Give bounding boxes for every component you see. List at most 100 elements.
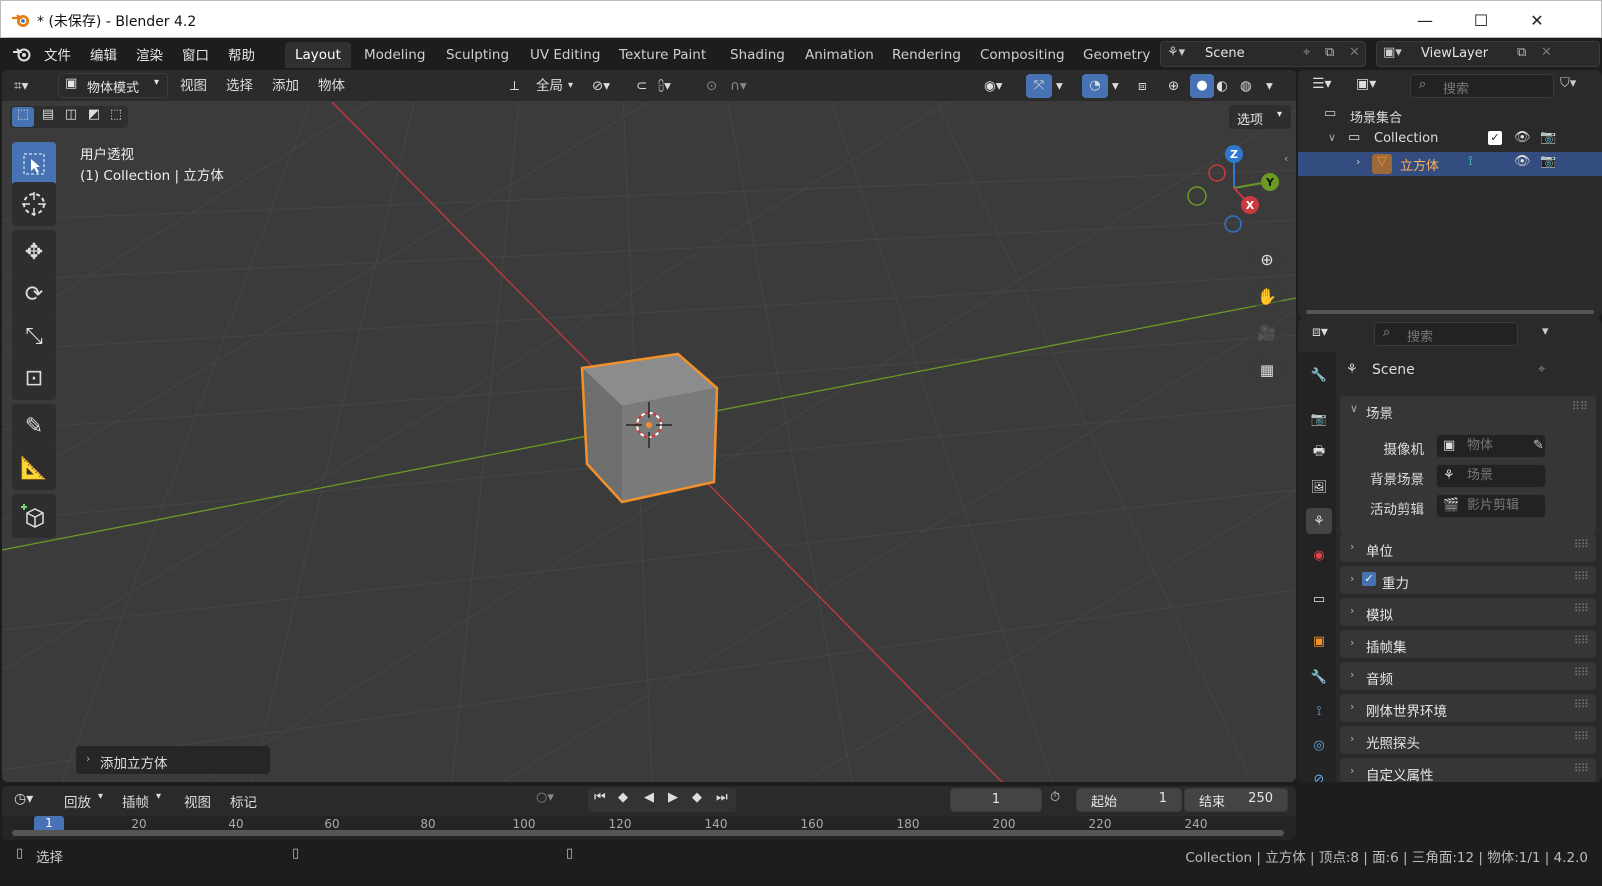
scene-panel-title[interactable]: 场景 [1366,402,1393,422]
annotate-tool[interactable]: ✎ [12,404,56,448]
mesh-data-icon[interactable]: ⟟ [1468,154,1473,169]
display-mode-icon[interactable]: ▣▾ [1356,76,1376,92]
chevron-down-icon[interactable]: ∨ [1328,131,1336,144]
select-new-icon[interactable]: ⬚ [12,107,34,127]
eyedropper-icon[interactable]: ✎ [1533,435,1544,457]
object-tab-icon[interactable]: ▣ [1306,628,1332,654]
tab-compositing[interactable]: Compositing [970,42,1075,68]
chevron-right-icon[interactable]: › [1356,155,1360,168]
collection-tab-icon[interactable]: ▭ [1306,586,1332,612]
timeline-scrollbar[interactable] [12,830,1284,836]
chevron-down-icon[interactable]: ▾ [1056,74,1063,98]
pin-icon[interactable]: ⌖ [1538,362,1545,377]
filter-icon[interactable]: ⛉▾ [1560,76,1576,91]
menu-add[interactable]: 添加 [272,74,299,98]
background-scene-field[interactable]: ⚘ 场景 [1436,464,1546,488]
options-dropdown[interactable]: 选项 ▾ [1228,104,1292,130]
world-tab-icon[interactable]: ◉ [1306,542,1332,568]
outliner-row-scene-collection[interactable]: ▭ 场景集合 [1298,104,1602,128]
render-tab-icon[interactable]: 📷 [1306,406,1332,432]
drag-handle-icon[interactable]: ⠿⠿ [1574,570,1589,583]
menu-marker[interactable]: 标记 [230,791,257,811]
units-panel[interactable]: › 单位 ⠿⠿ [1340,534,1596,562]
drag-handle-icon[interactable]: ⠿⠿ [1572,400,1588,413]
material-shading-icon[interactable]: ◐ [1216,74,1228,98]
jump-start-icon[interactable]: ⏮ [594,790,606,805]
camera-view-icon[interactable]: 🎥 [1252,318,1282,348]
tab-modeling[interactable]: Modeling [354,42,435,68]
scale-tool[interactable]: ⤡ [12,314,56,358]
gizmo-neg-x[interactable] [1208,164,1226,182]
close-button[interactable]: ✕ [1511,1,1563,39]
tab-geometry[interactable]: Geometry [1073,42,1160,68]
custom-properties-panel[interactable]: › 自定义属性 ⠿⠿ [1340,758,1596,782]
tab-texture-paint[interactable]: Texture Paint [609,42,716,68]
drag-handle-icon[interactable]: ⠿⠿ [1574,634,1589,647]
pan-hand-icon[interactable]: ✋ [1252,281,1282,311]
keying-sets-panel[interactable]: › 插帧集 ⠿⠿ [1340,630,1596,658]
chevron-down-icon[interactable]: ▾ [1112,74,1119,98]
select-invert-icon[interactable]: ◩ [83,107,105,122]
eye-icon[interactable]: 👁 [1514,154,1531,169]
audio-panel[interactable]: › 音频 ⠿⠿ [1340,662,1596,690]
active-clip-field[interactable]: 🎬 影片剪辑 [1436,494,1546,518]
pin-icon[interactable]: ⌖ [1303,45,1310,60]
blender-menu-icon[interactable] [12,45,32,63]
menu-select[interactable]: 选择 [226,74,253,98]
xray-icon[interactable]: ⧈ [1138,74,1147,98]
frame-end-field[interactable]: 结束 250 [1184,788,1288,812]
cube-object[interactable] [580,352,719,504]
viewlayer-selector[interactable]: ▣▾ ViewLayer ⧉ ✕ [1376,41,1600,67]
camera-field[interactable]: ▣ 物体 ✎ [1436,434,1546,458]
current-frame-field[interactable]: 1 [950,788,1042,812]
drag-handle-icon[interactable]: ⠿⠿ [1574,730,1589,743]
transform-tool[interactable]: ⊡ [12,356,56,400]
delete-scene-icon[interactable]: ✕ [1349,45,1360,60]
particles-tab-icon[interactable]: ⟟ [1306,698,1332,724]
last-operator-panel[interactable]: › 添加立方体 [76,746,270,774]
drag-handle-icon[interactable]: ⠿⠿ [1574,666,1589,679]
menu-object[interactable]: 物体 [318,74,345,98]
wireframe-shading-icon[interactable]: ⊕ [1168,74,1179,98]
drag-handle-icon[interactable]: ⠿⠿ [1574,602,1589,615]
outliner-editor-icon[interactable]: ☰▾ [1312,76,1332,92]
3d-viewport[interactable]: ⌗▾ ▣ 物体模式 ▾ 视图 选择 添加 物体 ⟂ 全局 ▾ ⊘▾ ⊂ ⩉▾ ⊙… [2,70,1296,782]
physics-tab-icon[interactable]: ◎ [1306,732,1332,758]
rotate-tool[interactable]: ⟳ [12,272,56,316]
jump-end-icon[interactable]: ⏭ [716,790,728,805]
eye-icon[interactable]: 👁 [1514,130,1531,145]
menu-help[interactable]: 帮助 [228,44,255,64]
rigid-body-world-panel[interactable]: › 刚体世界环境 ⠿⠿ [1340,694,1596,722]
output-tab-icon[interactable]: 🖶 [1306,440,1332,466]
move-tool[interactable]: ✥ [12,230,56,274]
gravity-checkbox[interactable]: ✓ [1362,572,1376,586]
sidebar-toggle-icon[interactable]: ‹ [1284,152,1288,165]
gizmo-toggle-icon[interactable]: ⤧ [1026,74,1052,98]
measure-tool[interactable]: 📐 [12,446,56,490]
outliner-row-collection[interactable]: ∨ ▭ Collection ✓ 👁 📷 [1298,128,1602,152]
mode-dropdown[interactable]: ▣ 物体模式 ▾ [58,73,168,98]
scene-tab-icon[interactable]: ⚘ [1306,508,1332,534]
cursor-tool[interactable] [12,182,56,226]
menu-keying[interactable]: 插帧 [122,791,149,811]
tool-tab-icon[interactable]: 🔧 [1306,362,1332,388]
menu-playback[interactable]: 回放 [64,791,91,811]
gizmo-neg-y[interactable] [1187,186,1207,206]
play-icon[interactable]: ▶ [668,790,678,805]
tab-rendering[interactable]: Rendering [882,42,971,68]
tab-animation[interactable]: Animation [795,42,884,68]
new-scene-icon[interactable]: ⧉ [1325,45,1334,60]
select-box-tool[interactable] [12,142,56,186]
drag-handle-icon[interactable]: ⠿⠿ [1574,538,1589,551]
chevron-down-icon[interactable]: ▾ [1266,74,1273,98]
properties-editor-icon[interactable]: ⧈▾ [1312,324,1328,340]
view-layer-tab-icon[interactable]: 🖼 [1306,474,1332,500]
menu-window[interactable]: 窗口 [182,44,209,64]
overlay-toggle-icon[interactable]: ◔ [1082,74,1108,98]
timeline-editor-icon[interactable]: ◷▾ [14,791,33,807]
outliner-scrollbar[interactable] [1306,310,1594,314]
menu-edit[interactable]: 编辑 [90,44,117,64]
select-extend-icon[interactable]: ▤ [37,107,59,122]
chevron-down-icon[interactable]: ▾ [1542,324,1549,339]
new-viewlayer-icon[interactable]: ⧉ [1517,45,1526,60]
